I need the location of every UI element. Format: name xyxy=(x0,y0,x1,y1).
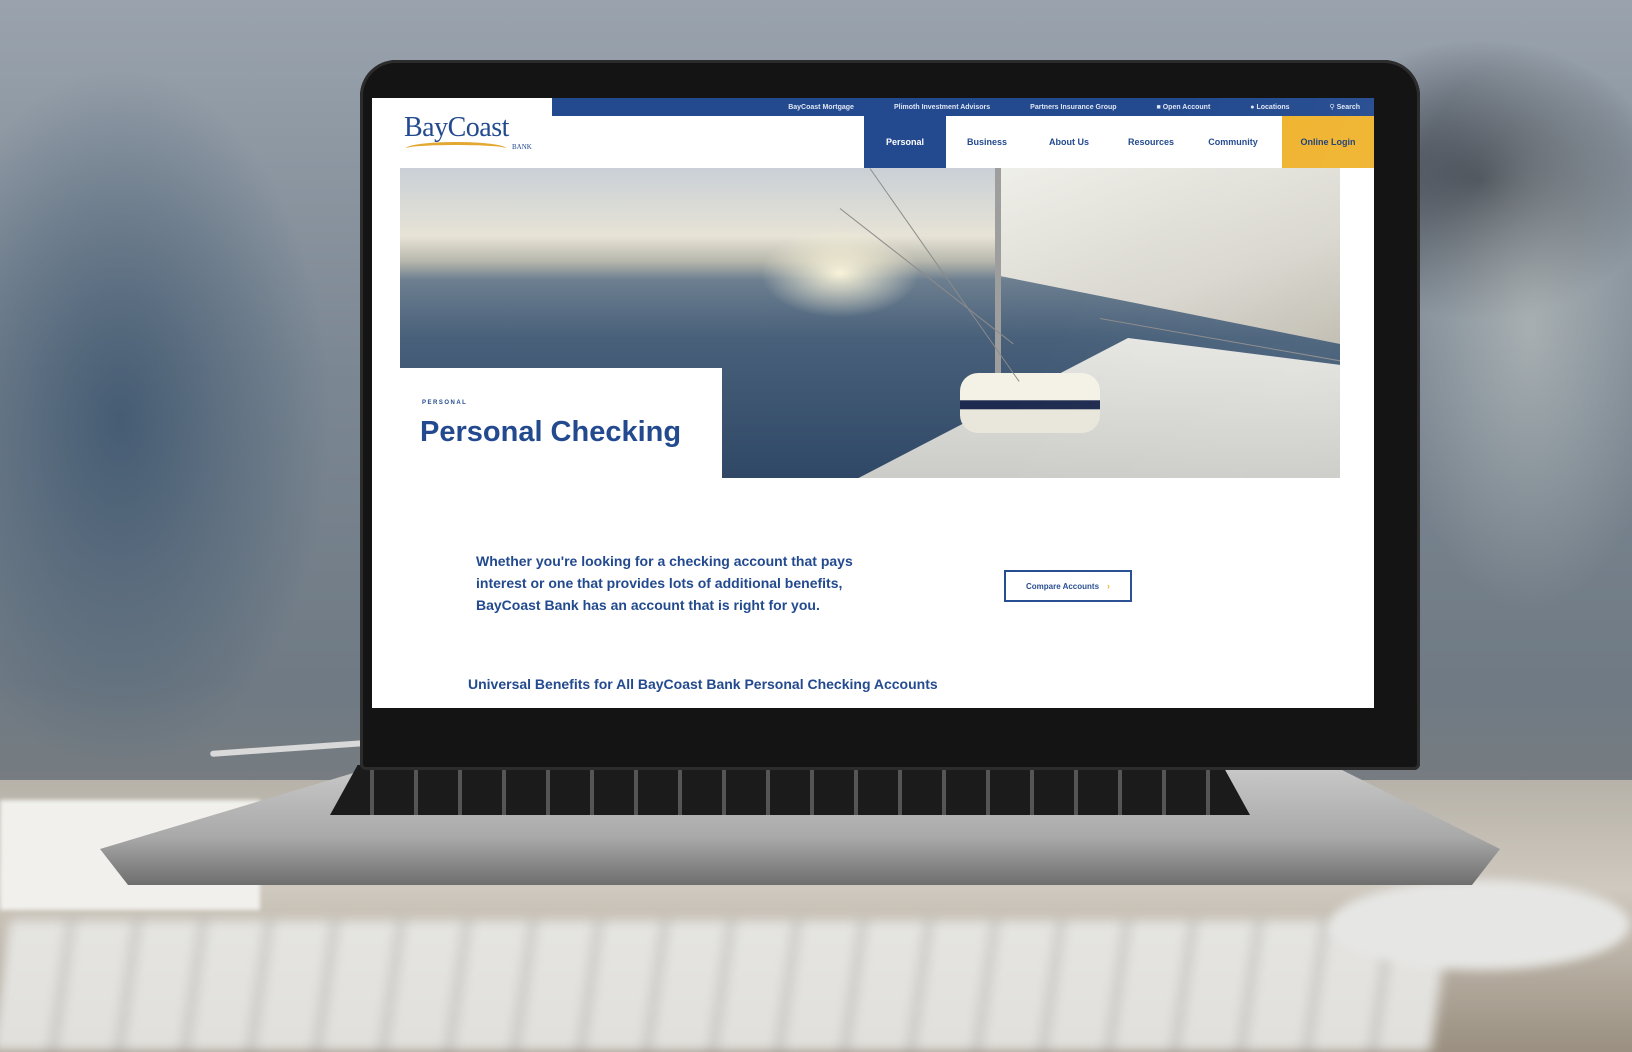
open-account-label: Open Account xyxy=(1162,103,1211,111)
utility-bar: BayCoast Mortgage Plimoth Investment Adv… xyxy=(552,98,1374,116)
search-icon: ⚲ xyxy=(1329,104,1335,111)
main-nav: Personal Business About Us Resources Com… xyxy=(864,116,1374,168)
hero-title-card: PERSONAL Personal Checking xyxy=(392,368,722,483)
logo-subtext: BANK xyxy=(512,143,532,151)
baycoast-logo[interactable]: BayCoast BANK xyxy=(404,110,554,158)
utility-link-investment[interactable]: Plimoth Investment Advisors xyxy=(894,104,990,111)
nav-resources[interactable]: Resources xyxy=(1110,116,1192,168)
utility-link-insurance[interactable]: Partners Insurance Group xyxy=(1030,104,1116,111)
locations-link[interactable]: ● Locations xyxy=(1250,104,1289,111)
section-heading: Universal Benefits for All BayCoast Bank… xyxy=(468,676,938,692)
chevron-right-icon: › xyxy=(1107,581,1111,591)
logo-swoosh xyxy=(406,142,506,155)
hero-sail xyxy=(1000,168,1340,348)
hero-sun-glow xyxy=(760,228,920,318)
logo-wordmark: BayCoast xyxy=(404,112,509,143)
nav-business[interactable]: Business xyxy=(946,116,1028,168)
laptop-keyboard xyxy=(330,765,1250,815)
open-account-link[interactable]: ■ Open Account xyxy=(1157,104,1211,111)
compare-accounts-button[interactable]: Compare Accounts › xyxy=(1004,570,1132,602)
page-eyebrow: PERSONAL xyxy=(422,400,468,406)
utility-link-mortgage[interactable]: BayCoast Mortgage xyxy=(788,104,854,111)
intro-paragraph: Whether you're looking for a checking ac… xyxy=(476,553,853,613)
page-title: Personal Checking xyxy=(420,416,682,448)
location-pin-icon: ● xyxy=(1250,103,1255,111)
nav-community[interactable]: Community xyxy=(1192,116,1274,168)
locations-label: Locations xyxy=(1256,103,1290,111)
nav-personal[interactable]: Personal xyxy=(864,116,946,168)
mouse xyxy=(1330,880,1630,970)
online-login-button[interactable]: Online Login xyxy=(1282,116,1374,168)
hero-mast xyxy=(995,168,1001,398)
search-label: Search xyxy=(1336,104,1360,111)
search-link[interactable]: ⚲ Search xyxy=(1330,103,1360,111)
hero-liferaft xyxy=(960,373,1100,433)
nav-about-us[interactable]: About Us xyxy=(1028,116,1110,168)
browser-viewport: BayCoast Mortgage Plimoth Investment Adv… xyxy=(372,98,1374,708)
external-keyboard xyxy=(0,920,1450,1052)
compare-accounts-label: Compare Accounts xyxy=(1025,581,1100,591)
